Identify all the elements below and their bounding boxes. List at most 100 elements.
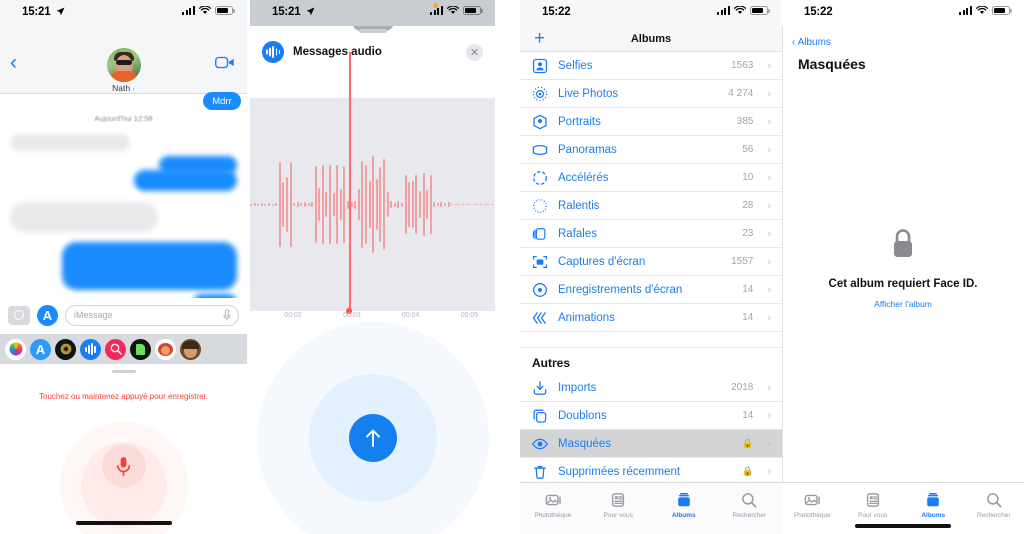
tab-phototh-que[interactable]: Photothèque <box>782 491 843 519</box>
tab-pour-vous[interactable]: Pour vous <box>843 491 904 519</box>
waveform-bar <box>250 203 252 206</box>
record-hint-text: Touchez ou maintenez appuyé pour enregis… <box>39 392 208 401</box>
record-button[interactable] <box>101 444 146 488</box>
screenshot-stage: 15:21 ‹ Nath › Mdrr Aujourd'hui 12:58 A … <box>0 0 1024 534</box>
album-row-enregistrements-d-cran[interactable]: Enregistrements d'écran 14 › <box>520 276 782 304</box>
waveform-bar <box>336 164 339 245</box>
waveform-bar <box>451 203 454 206</box>
status-indicators <box>716 5 770 15</box>
message-bubble-outgoing[interactable] <box>62 242 237 290</box>
message-bubble-incoming[interactable] <box>10 202 158 232</box>
tab-rechercher[interactable]: Rechercher <box>717 491 783 519</box>
message-bubble-outgoing[interactable]: Mdrr <box>203 92 241 110</box>
portraits-icon <box>533 114 547 129</box>
album-row-masqu-es[interactable]: Masquées 🔒 › <box>520 430 782 458</box>
wifi-icon <box>976 6 988 15</box>
album-row-live-photos[interactable]: Live Photos 4 274 › <box>520 80 782 108</box>
battery-icon <box>992 6 1012 15</box>
screenshots-icon <box>532 254 548 270</box>
imessage-input[interactable]: iMessage <box>65 304 239 326</box>
sheet-grabber[interactable] <box>111 370 136 373</box>
waveform-bar <box>296 202 299 207</box>
pages-app-icon[interactable] <box>130 338 151 360</box>
memoji-icon[interactable] <box>155 338 176 360</box>
waveform-bar <box>257 203 260 206</box>
waveform-bar <box>314 165 317 244</box>
album-label: Rafales <box>558 227 597 240</box>
avatar[interactable] <box>106 48 141 82</box>
album-row-panoramas[interactable]: Panoramas 56 › <box>520 136 782 164</box>
waveform-bar <box>293 203 296 206</box>
duplicates-icon <box>533 409 547 423</box>
duplicates-icon <box>532 408 548 424</box>
audio-messages-icon[interactable] <box>80 338 101 360</box>
waveform-bar <box>311 202 314 207</box>
album-row-ralentis[interactable]: Ralentis 28 › <box>520 192 782 220</box>
waveform[interactable] <box>250 98 495 311</box>
waveform-bar <box>285 177 288 232</box>
playhead[interactable] <box>349 52 351 311</box>
date-separator: Aujourd'hui 12:58 <box>94 114 153 123</box>
status-bar-audio: 15:21 <box>250 0 495 26</box>
hidden-eye-icon <box>532 436 548 452</box>
tab-pour-vous[interactable]: Pour vous <box>586 491 652 519</box>
album-row-doublons[interactable]: Doublons 14 › <box>520 402 782 430</box>
album-count: 385 <box>736 116 754 127</box>
chevron-right-icon: › <box>767 227 771 240</box>
video-camera-icon[interactable] <box>215 56 235 74</box>
waveform-bar <box>267 203 270 206</box>
album-count: 1557 <box>731 256 754 267</box>
tab-label: Albums <box>921 512 946 519</box>
waveform-bar <box>465 203 468 206</box>
waveform-bar <box>447 202 450 207</box>
photos-app-icon[interactable] <box>5 338 26 360</box>
app-store-icon[interactable]: A <box>37 304 58 326</box>
waveform-bar <box>433 202 436 207</box>
tab-albums[interactable]: Albums <box>651 491 717 519</box>
location-arrow-icon <box>306 7 315 19</box>
tab-rechercher[interactable]: Rechercher <box>964 491 1024 519</box>
tab-label: Rechercher <box>976 512 1011 519</box>
waveform-bar <box>472 203 475 206</box>
camera-icon[interactable] <box>8 305 30 325</box>
message-bubble-outgoing[interactable] <box>134 170 237 191</box>
contact-photo-icon[interactable] <box>180 338 201 360</box>
close-icon[interactable]: ✕ <box>466 43 483 61</box>
wifi-icon <box>734 6 746 15</box>
album-row-animations[interactable]: Animations 14 › <box>520 304 782 332</box>
app-drawer[interactable]: A <box>0 334 247 364</box>
imports-icon <box>532 380 548 396</box>
waveform-bar <box>408 181 411 228</box>
microphone-icon[interactable] <box>223 309 231 323</box>
chevron-left-icon[interactable]: ‹ <box>10 52 17 73</box>
waveform-area[interactable] <box>250 52 495 314</box>
tab-phototh-que[interactable]: Photothèque <box>520 491 586 519</box>
album-row-rafales[interactable]: Rafales 23 › <box>520 220 782 248</box>
album-row-imports[interactable]: Imports 2018 › <box>520 374 782 402</box>
show-album-link[interactable]: Afficher l'album <box>782 299 1024 309</box>
waveform-bar <box>368 181 371 228</box>
for-you-icon <box>612 493 625 507</box>
back-button[interactable]: ‹ Albums <box>792 37 831 48</box>
trash-icon <box>534 465 546 479</box>
send-button[interactable] <box>348 414 397 462</box>
message-bubble-incoming[interactable] <box>10 134 130 151</box>
album-row-selfies[interactable]: Selfies 1563 › <box>520 52 782 80</box>
status-indicators <box>181 5 235 15</box>
app-store-icon[interactable]: A <box>30 338 51 360</box>
album-row-captures-d-cran[interactable]: Captures d'écran 1557 › <box>520 248 782 276</box>
panel-albums: 15:22 + Albums Selfies 1563 › Live Photos 4 … <box>520 0 782 534</box>
tab-albums[interactable]: Albums <box>903 491 964 519</box>
sheet-grabber[interactable] <box>358 29 387 33</box>
album-row-acc-l-r-s[interactable]: Accélérés 10 › <box>520 164 782 192</box>
image-search-icon[interactable] <box>105 338 126 360</box>
cellular-signal-icon <box>429 5 443 15</box>
album-row-portraits[interactable]: Portraits 385 › <box>520 108 782 136</box>
cellular-signal-icon <box>181 5 195 15</box>
waveform-bar <box>386 191 389 218</box>
timelapse-icon <box>532 170 548 186</box>
waveform-bar <box>372 156 375 253</box>
music-app-icon[interactable] <box>55 338 76 360</box>
screenrecord-icon <box>532 282 548 298</box>
waveform-bar <box>444 203 447 206</box>
